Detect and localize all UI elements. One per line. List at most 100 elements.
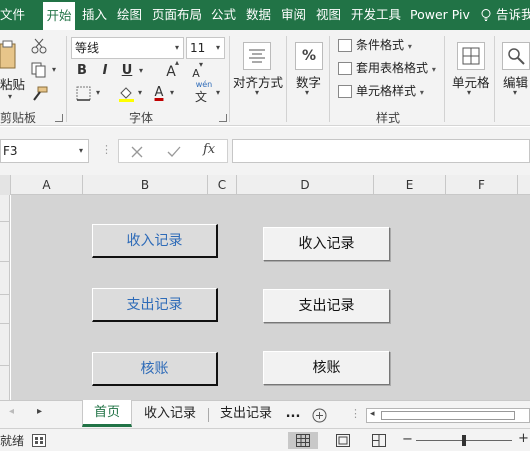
font-size-dropdown[interactable]: 11 ▾	[186, 37, 225, 59]
sheet-tab-income[interactable]: 收入记录	[134, 401, 206, 428]
paste-icon[interactable]	[0, 40, 18, 72]
tab-power-pivot[interactable]: Power Piv	[410, 0, 470, 30]
add-sheet-icon[interactable]	[312, 408, 327, 423]
copy-icon[interactable]	[31, 62, 47, 78]
tab-formulas[interactable]: 公式	[211, 0, 236, 30]
phonetic-dropdown-icon[interactable]: ▾	[216, 88, 220, 97]
formula-buttons: fx	[118, 139, 228, 163]
copy-dropdown-icon[interactable]: ▾	[52, 65, 56, 74]
more-sheets-button[interactable]: ...	[284, 401, 302, 428]
ribbon-tab-bar: 文件 开始 插入 绘图 页面布局 公式 数据 审阅 视图 开发工具 Power …	[0, 0, 530, 30]
column-header-b[interactable]: B	[83, 175, 208, 195]
editing-dropdown-icon[interactable]: ▾	[513, 88, 517, 97]
tab-file[interactable]: 文件	[0, 0, 25, 30]
format-as-table-label: 套用表格格式	[356, 61, 429, 75]
bold-button[interactable]: B	[73, 60, 91, 82]
fill-color-dropdown-icon[interactable]: ▾	[138, 88, 142, 97]
paste-button[interactable]: 粘贴	[0, 74, 25, 93]
tab-view[interactable]: 视图	[316, 0, 341, 30]
font-size-value: 11	[190, 41, 206, 55]
border-icon[interactable]	[76, 86, 91, 101]
number-dropdown-icon[interactable]: ▾	[305, 88, 309, 97]
expense-record-button-left[interactable]: 支出记录	[92, 288, 218, 322]
format-as-table-button[interactable]: 套用表格格式 ▾	[356, 57, 436, 79]
format-painter-icon[interactable]	[31, 86, 48, 102]
tell-me-search[interactable]: 告诉我	[496, 0, 530, 30]
clipboard-launcher-icon[interactable]	[55, 114, 63, 122]
normal-view-button[interactable]	[288, 432, 318, 449]
macro-record-icon[interactable]	[32, 434, 46, 447]
insert-function-button[interactable]: fx	[203, 142, 215, 157]
zoom-slider-thumb[interactable]	[462, 435, 466, 446]
font-launcher-icon[interactable]	[219, 114, 227, 122]
underline-dropdown-icon[interactable]: ▾	[139, 66, 143, 75]
paste-dropdown-icon[interactable]: ▾	[8, 92, 12, 101]
income-record-button-right[interactable]: 收入记录	[263, 227, 390, 261]
splitter-handle-icon[interactable]: ⋮	[350, 407, 361, 420]
fill-color-icon[interactable]	[118, 85, 135, 102]
select-all-corner[interactable]	[0, 175, 11, 195]
sheet-tab-home[interactable]: 首页	[82, 400, 132, 427]
phonetic-button[interactable]: 文	[195, 88, 207, 105]
separator	[286, 36, 287, 122]
separator	[229, 36, 230, 122]
tab-developer[interactable]: 开发工具	[351, 0, 401, 30]
conditional-format-button[interactable]: 条件格式 ▾	[356, 34, 412, 56]
column-header-d[interactable]: D	[237, 175, 374, 195]
tab-insert[interactable]: 插入	[82, 0, 107, 30]
zoom-out-icon[interactable]: −	[402, 432, 413, 447]
styles-group-label: 样式	[376, 111, 401, 125]
reconcile-button-right[interactable]: 核账	[263, 351, 390, 385]
column-header-a[interactable]: A	[11, 175, 83, 195]
italic-button[interactable]: I	[96, 60, 114, 82]
column-header-f[interactable]: F	[446, 175, 518, 195]
scroll-tabs-left-icon[interactable]: ◂	[9, 406, 14, 417]
zoom-in-icon[interactable]: +	[518, 431, 529, 446]
income-record-button-left[interactable]: 收入记录	[92, 224, 218, 258]
column-headers: A B C D E F	[0, 175, 530, 195]
cells-icon[interactable]	[457, 42, 485, 70]
row-divider	[0, 294, 10, 295]
percent-icon[interactable]: %	[295, 42, 323, 70]
tab-review[interactable]: 审阅	[281, 0, 306, 30]
formula-input[interactable]	[232, 139, 530, 163]
tab-home[interactable]: 开始	[43, 2, 75, 30]
cell-styles-button[interactable]: 单元格样式 ▾	[356, 80, 424, 102]
tab-data[interactable]: 数据	[246, 0, 271, 30]
name-box[interactable]: F3 ▾	[0, 139, 89, 163]
alignment-dropdown-icon[interactable]: ▾	[255, 88, 259, 97]
scroll-left-icon[interactable]: ◂	[370, 409, 375, 419]
cancel-icon[interactable]	[131, 146, 143, 158]
reconcile-button-left[interactable]: 核账	[92, 352, 218, 386]
editing-icon[interactable]	[502, 42, 530, 70]
scroll-tabs-right-icon[interactable]: ▸	[37, 406, 42, 417]
expense-record-button-right[interactable]: 支出记录	[263, 289, 390, 323]
caret-down-icon: ▾	[199, 60, 204, 69]
tab-page-layout[interactable]: 页面布局	[152, 0, 202, 30]
page-layout-view-button[interactable]	[328, 432, 358, 449]
ribbon-home: 粘贴 ▾ ▾ 剪贴板 等线 ▾ 11 ▾ B I U ▾ A ▴ A ▾ ▾ ▾…	[0, 30, 530, 126]
alignment-icon[interactable]	[243, 42, 271, 70]
scrollbar-thumb[interactable]	[381, 411, 515, 420]
row-divider	[0, 365, 10, 366]
font-name-dropdown[interactable]: 等线 ▾	[71, 37, 184, 59]
page-break-icon	[372, 434, 386, 447]
chevron-down-icon: ▾	[419, 88, 424, 97]
table-format-icon	[338, 62, 352, 75]
page-break-view-button[interactable]	[364, 432, 394, 449]
enter-check-icon[interactable]	[167, 146, 181, 158]
border-dropdown-icon[interactable]: ▾	[96, 88, 100, 97]
clipboard-group-label: 剪贴板	[0, 111, 37, 125]
cut-icon[interactable]	[31, 38, 47, 54]
sheet-tab-expense[interactable]: 支出记录	[210, 401, 282, 428]
horizontal-scrollbar[interactable]: ◂	[366, 408, 530, 423]
underline-button[interactable]: U	[118, 60, 136, 82]
column-header-e[interactable]: E	[374, 175, 446, 195]
drag-handle-icon[interactable]: ⋮	[101, 143, 112, 156]
column-header-c[interactable]: C	[208, 175, 237, 195]
tab-draw[interactable]: 绘图	[117, 0, 142, 30]
font-color-button[interactable]: A	[150, 82, 168, 104]
font-color-dropdown-icon[interactable]: ▾	[170, 88, 174, 97]
cells-dropdown-icon[interactable]: ▾	[467, 88, 471, 97]
conditional-format-icon	[338, 39, 352, 52]
